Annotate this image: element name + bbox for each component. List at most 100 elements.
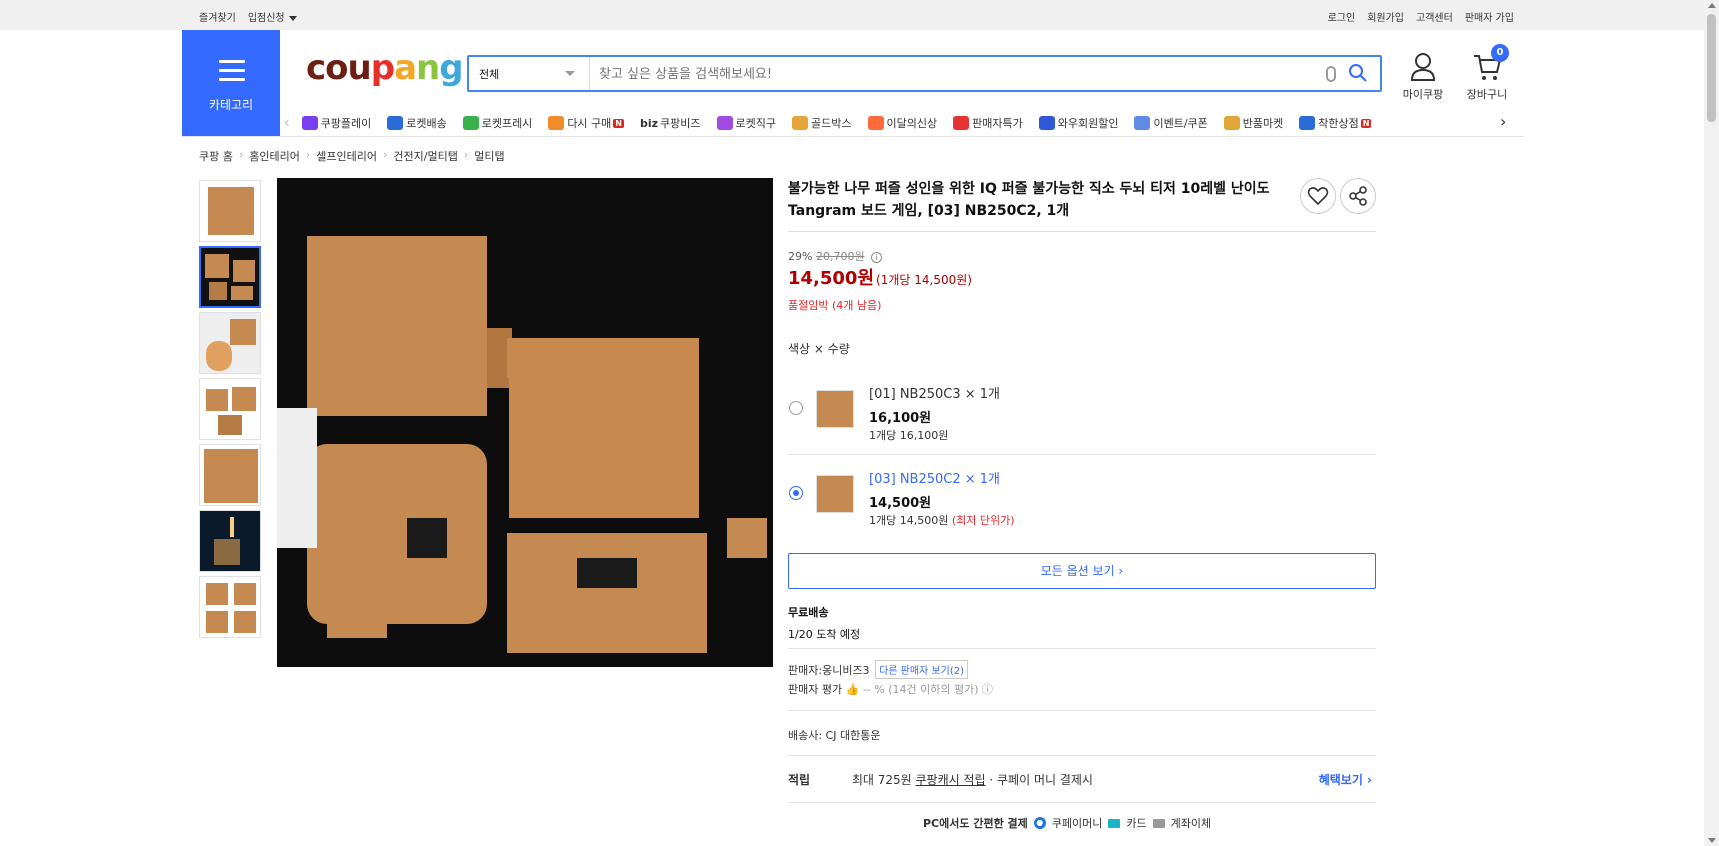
bookmark-link[interactable]: 즐겨찾기 [199,9,236,24]
shortcut-item[interactable]: 로켓프레시 [462,115,533,131]
option-row-2[interactable]: [03] NB250C2 × 1개 14,500원 1개당 14,500원 (최… [788,454,1376,539]
view-benefits-link[interactable]: 혜택보기 › [1319,771,1372,788]
shortcut-prefix: biz [640,116,659,130]
shortcut-icon [1038,116,1055,130]
shortcut-item[interactable]: 쿠팡플레이 [301,115,372,131]
shortcut-icon [953,116,970,130]
search-category-select[interactable]: 전체 [469,57,590,90]
shortcut-label: 로켓프레시 [481,117,533,130]
view-all-options-button[interactable]: 모든 옵션 보기 › [788,553,1376,589]
breadcrumb-item[interactable]: 셀프인테리어 [316,148,377,164]
seller-rating-label: 판매자 평가 [788,683,843,696]
shortcut-label: 쿠팡플레이 [320,117,372,130]
shortcut-icon [716,116,733,130]
search-input[interactable] [599,63,1279,85]
page-scrollbar[interactable] [1704,0,1719,846]
discount-info: 29% 20,700원 i [788,248,883,264]
info-icon[interactable]: i [871,251,883,263]
shortcut-label: 이달의신상 [886,117,938,130]
chevron-left-icon[interactable]: ‹ [284,115,290,131]
new-badge: N [613,118,624,128]
customer-center-link[interactable]: 고객센터 [1416,9,1453,24]
breadcrumb-item[interactable]: 쿠팡 홈 [199,148,233,164]
seller-apply-label: 입점신청 [247,13,285,24]
chevron-right-icon: › [383,148,388,161]
option-row-1[interactable]: [01] NB250C3 × 1개 16,100원 1개당 16,100원 [788,369,1376,454]
shortcut-item[interactable]: 이벤트/쿠폰 [1134,115,1208,131]
scroll-down-icon[interactable] [1708,838,1716,843]
my-coupang-label: 마이쿠팡 [1402,88,1444,101]
shortcut-label: 착한상점 [1318,117,1359,130]
thumbnail-5[interactable] [199,444,261,506]
thumbnail-4[interactable] [199,378,261,440]
shortcut-item[interactable]: 와우회원할인 [1038,115,1118,131]
microphone-icon[interactable] [1326,66,1336,82]
cart-count-badge: 0 [1491,44,1509,62]
breadcrumb-item[interactable]: 건전지/멀티탭 [393,148,457,164]
shortcut-icon [387,116,404,130]
shortcut-label: 쿠팡비즈 [660,117,701,130]
main-product-image[interactable] [277,178,773,667]
scrollbar-thumb[interactable] [1707,14,1716,122]
seller-name[interactable]: 옹니비즈3 [822,664,869,677]
seller-apply-link[interactable]: 입점신청 [248,9,297,24]
my-coupang-button[interactable]: 마이쿠팡 [1393,52,1453,102]
stock-warning: 품절임박 (4개 남음) [788,299,882,312]
shortcut-item[interactable]: 로켓직구 [716,115,777,131]
chevron-right-icon: › [238,148,244,161]
shortcut-icon [1223,116,1240,130]
shortcut-item[interactable]: 로켓배송 [387,115,447,131]
shortcut-icon [548,116,565,130]
option-unit-price: 1개당 16,100원 [869,429,949,442]
coupay-money-icon: ● [1033,817,1046,829]
coupang-logo[interactable]: coupang [306,48,464,88]
shortcut-label: 이벤트/쿠폰 [1153,117,1208,130]
lowest-unit-price-tag: (최저 단위가) [951,514,1015,527]
wishlist-button[interactable] [1300,178,1336,214]
shortcut-item[interactable]: biz 쿠팡비즈 [640,115,701,131]
category-menu-button[interactable]: 카테고리 [182,30,280,136]
chevron-right-icon[interactable]: › [1500,112,1506,131]
chevron-right-icon: › [305,148,311,161]
shortcut-item[interactable]: 다시 구매 N [548,115,624,131]
info-icon[interactable]: ⓘ [982,683,993,696]
thumbnail-3[interactable] [199,312,261,374]
shortcut-bar: ‹ 쿠팡플레이 로켓배송 로켓프레시 다시 구매 N biz 쿠팡비즈 로켓직구 골드박스 이달의… [284,110,1524,136]
shortcut-icon [1299,116,1316,130]
search-icon[interactable] [1348,63,1368,83]
thumbnail-2[interactable] [199,246,261,308]
other-sellers-button[interactable]: 다른 판매자 보기(2) [875,660,968,679]
reward-label: 적립 [788,773,811,787]
product-title: 불가능한 나무 퍼즐 성인을 위한 IQ 퍼즐 불가능한 직소 두뇌 티저 10… [788,181,1270,219]
caret-down-icon [288,15,297,21]
divider [182,136,1524,137]
seller-signup-link[interactable]: 판매자 가입 [1465,9,1514,24]
breadcrumb-item[interactable]: 멀티탭 [474,148,504,164]
shortcut-icon [462,116,479,130]
thumbnail-1[interactable] [199,180,261,242]
thumbnail-6[interactable] [199,510,261,572]
shortcut-label: 골드박스 [811,117,852,130]
option-radio-2[interactable] [789,486,803,500]
thumbnail-7[interactable] [199,576,261,638]
shortcut-label: 로켓직구 [735,117,777,130]
share-button[interactable] [1340,178,1376,214]
login-link[interactable]: 로그인 [1328,9,1356,24]
divider [788,755,1376,756]
shortcut-item[interactable]: 반품마켓 [1223,115,1283,131]
shortcut-item[interactable]: 골드박스 [792,115,852,131]
shortcut-icon [867,116,884,130]
search-bar: 전체 [467,55,1382,92]
payment-method-coupay: 쿠페이머니 [1051,817,1103,830]
scroll-up-icon[interactable] [1708,3,1716,8]
breadcrumb-item[interactable]: 홈인테리어 [249,148,300,164]
bank-transfer-icon [1152,818,1165,828]
coupang-cash-link[interactable]: 쿠팡캐시 적립 [916,773,986,787]
reward-suffix: · 쿠페이 머니 결제시 [985,773,1093,787]
signup-link[interactable]: 회원가입 [1367,9,1404,24]
option-radio-1[interactable] [789,401,803,415]
shortcut-item[interactable]: 착한상점 N [1299,115,1372,131]
cart-button[interactable]: 장바구니 0 [1457,44,1517,102]
shortcut-item[interactable]: 판매자특가 [953,115,1023,131]
shortcut-item[interactable]: 이달의신상 [867,115,938,131]
